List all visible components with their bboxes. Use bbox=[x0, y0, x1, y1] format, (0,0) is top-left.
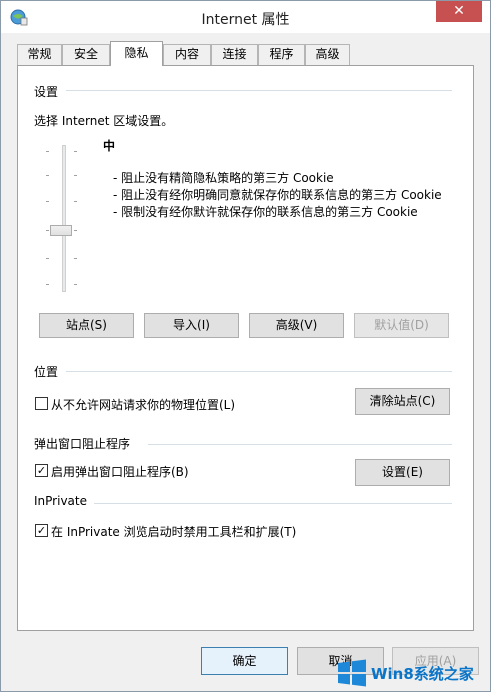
inprivate-section-title: InPrivate bbox=[34, 494, 93, 508]
privacy-level-label: 中 bbox=[103, 139, 116, 153]
location-section-title: 位置 bbox=[34, 363, 65, 380]
popup-section-title: 弹出窗口阻止程序 bbox=[34, 435, 137, 452]
slider-tick bbox=[46, 175, 49, 176]
slider-tick bbox=[74, 230, 77, 231]
watermark-text: Win8系统之家 bbox=[371, 665, 474, 683]
slider-tick bbox=[74, 284, 77, 285]
default-button[interactable]: 默认值(D) bbox=[354, 313, 449, 338]
popup-blocker-checkbox-label: 启用弹出窗口阻止程序(B) bbox=[51, 465, 189, 479]
privacy-bullet-1: - 阻止没有精简隐私策略的第三方 Cookie bbox=[113, 171, 334, 185]
inprivate-checkbox-label: 在 InPrivate 浏览启动时禁用工具栏和扩展(T) bbox=[51, 525, 297, 539]
settings-section-title: 设置 bbox=[34, 83, 65, 100]
watermark: Win8系统之家 bbox=[335, 655, 490, 691]
tab-security[interactable]: 安全 bbox=[62, 44, 110, 65]
tab-content[interactable]: 内容 bbox=[163, 44, 211, 65]
windows-logo-icon bbox=[338, 659, 366, 687]
clear-sites-button[interactable]: 清除站点(C) bbox=[355, 388, 450, 415]
import-button[interactable]: 导入(I) bbox=[144, 313, 239, 338]
slider-tick bbox=[46, 230, 49, 231]
title-bar[interactable]: Internet 属性 ✕ bbox=[1, 1, 490, 33]
inprivate-checkbox[interactable]: ✓ bbox=[35, 524, 48, 537]
slider-tick bbox=[46, 151, 49, 152]
slider-tick bbox=[74, 258, 77, 259]
privacy-level-slider-track[interactable] bbox=[62, 145, 66, 292]
tab-privacy[interactable]: 隐私 bbox=[110, 41, 163, 66]
privacy-panel: 设置 选择 Internet 区域设置。 中 - 阻止没有精简隐私策略的第三方 … bbox=[17, 65, 474, 631]
section-divider bbox=[66, 90, 452, 91]
section-divider bbox=[148, 444, 452, 445]
internet-properties-window: Internet 属性 ✕ 常规 安全 隐私 内容 连接 程序 高级 设置 选择… bbox=[0, 0, 491, 692]
window-title: Internet 属性 bbox=[201, 12, 290, 28]
slider-tick bbox=[74, 175, 77, 176]
tab-general[interactable]: 常规 bbox=[17, 44, 62, 65]
slider-tick bbox=[46, 201, 49, 202]
slider-tick bbox=[74, 151, 77, 152]
privacy-bullet-2: - 阻止没有经你明确同意就保存你的联系信息的第三方 Cookie bbox=[113, 188, 442, 202]
tab-advanced[interactable]: 高级 bbox=[305, 44, 350, 65]
slider-tick bbox=[46, 258, 49, 259]
privacy-bullet-3: - 限制没有经你默许就保存你的联系信息的第三方 Cookie bbox=[113, 205, 418, 219]
popup-blocker-checkbox[interactable]: ✓ bbox=[35, 464, 48, 477]
section-divider bbox=[94, 503, 452, 504]
privacy-level-slider-thumb[interactable] bbox=[50, 225, 72, 236]
ok-button[interactable]: 确定 bbox=[201, 647, 288, 675]
sites-button[interactable]: 站点(S) bbox=[39, 313, 134, 338]
section-divider bbox=[66, 371, 452, 372]
popup-settings-button[interactable]: 设置(E) bbox=[355, 459, 450, 486]
location-checkbox-label: 从不允许网站请求你的物理位置(L) bbox=[51, 398, 236, 412]
tab-connections[interactable]: 连接 bbox=[211, 44, 258, 65]
zone-instruction: 选择 Internet 区域设置。 bbox=[34, 114, 174, 128]
advanced-button[interactable]: 高级(V) bbox=[249, 313, 344, 338]
slider-tick bbox=[46, 284, 49, 285]
tab-programs[interactable]: 程序 bbox=[258, 44, 305, 65]
location-checkbox[interactable] bbox=[35, 397, 48, 410]
close-button[interactable]: ✕ bbox=[436, 1, 482, 22]
slider-tick bbox=[74, 201, 77, 202]
